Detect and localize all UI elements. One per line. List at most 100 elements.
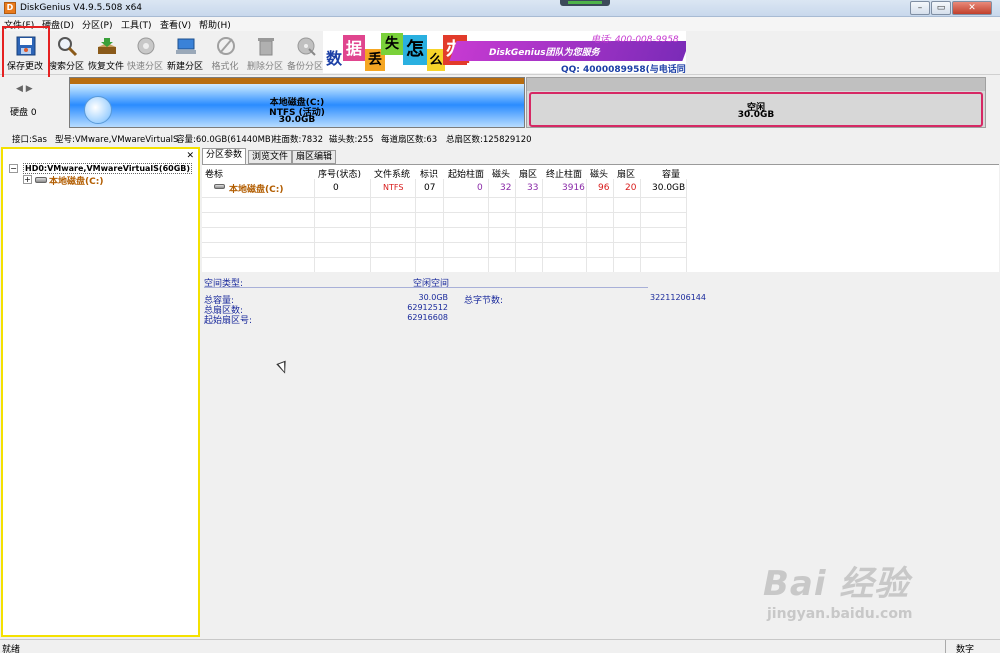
disk-model: 型号:VMware,VMwareVirtualS	[55, 135, 179, 145]
col-header: 扇区	[519, 170, 538, 180]
col-header: 文件系统	[374, 170, 411, 180]
status-bar: 就绪 数字	[0, 639, 1000, 653]
recover-icon	[98, 38, 116, 54]
col-header: 扇区	[617, 170, 636, 180]
quick-partition-button[interactable]: 快速分区	[125, 31, 165, 75]
minimize-button[interactable]: –	[910, 1, 930, 15]
total-sectors-value: 62912512	[407, 303, 448, 312]
grid-line	[613, 179, 614, 273]
grid-line	[415, 179, 416, 273]
disk-label: 硬盘 0	[10, 108, 37, 118]
disk-tree-panel: ✕ − HD0:VMware,VMwareVirtualS(60GB) + 本地…	[1, 147, 200, 637]
cell-end-sector: 20	[625, 183, 637, 193]
banner-phone: 电话: 400-008-9958	[591, 35, 679, 45]
disk-map: ◀ ▶ 硬盘 0 本地磁盘(C:) NTFS (活动) 30.0GB 空闲 30…	[0, 77, 1000, 130]
watermark-main: Bai 经验	[763, 564, 910, 604]
new-partition-button[interactable]: 新建分区	[165, 31, 205, 75]
close-button[interactable]: ✕	[952, 1, 992, 15]
cell-start-cylinder: 0	[477, 183, 483, 193]
menu-bar: 文件(F) 硬盘(D) 分区(P) 工具(T) 查看(V) 帮助(H)	[0, 17, 1000, 31]
col-header: 卷标	[205, 170, 224, 180]
window-title: DiskGenius V4.9.5.508 x64	[20, 3, 143, 13]
cell-volume-label: 本地磁盘(C:)	[229, 185, 284, 195]
partition-icon	[35, 177, 47, 183]
col-header: 起始柱面	[448, 170, 485, 180]
delete-icon	[258, 38, 274, 56]
grid-line	[488, 179, 489, 273]
maximize-button[interactable]: ▭	[931, 1, 951, 15]
partition-size: 30.0GB	[278, 115, 316, 125]
disk-sectors-per-track: 每道扇区数:63	[381, 135, 438, 145]
grid-line	[542, 179, 543, 273]
disk-info-line: 接口:Sas 型号:VMware,VMwareVirtualS 容量:60.0G…	[0, 131, 1000, 145]
col-header: 标识	[420, 170, 439, 180]
disk-heads: 磁头数:255	[329, 135, 374, 145]
tab-partition-params[interactable]: 分区参数	[202, 148, 247, 164]
quick-partition-icon	[137, 37, 155, 55]
col-header: 序号(状态)	[318, 170, 362, 180]
menu-tools[interactable]: 工具(T)	[121, 18, 152, 31]
free-space-selection[interactable]: 空闲 30.0GB	[529, 92, 983, 127]
cell-end-head: 96	[598, 183, 610, 193]
recover-files-button[interactable]: 恢复文件	[86, 31, 126, 75]
disk-total-sectors: 总扇区数:125829120	[446, 135, 532, 145]
partition-table: 卷标 序号(状态) 文件系统 标识 起始柱面 磁头 扇区 终止柱面 磁头 扇区 …	[202, 164, 999, 273]
cell-id: 07	[424, 183, 436, 193]
tree-partition-node[interactable]: 本地磁盘(C:)	[49, 174, 103, 187]
expand-toggle[interactable]: +	[23, 175, 32, 184]
free-space-block[interactable]: 空闲 30.0GB	[526, 77, 986, 128]
grid-line	[314, 179, 315, 273]
cell-start-sector: 33	[527, 183, 539, 193]
delete-partition-button[interactable]: 删除分区	[245, 31, 285, 75]
format-button[interactable]: 格式化	[205, 31, 245, 75]
collapse-toggle[interactable]: −	[9, 164, 18, 173]
ad-banner[interactable]: 数 据 丢 失 怎 么 办 ! DiskGenius团队为您服务 电话: 400…	[323, 31, 686, 73]
disk-capacity: 容量:60.0GB(61440MB)	[176, 135, 275, 145]
search-icon	[58, 37, 78, 57]
drag-handle[interactable]	[560, 0, 610, 6]
tree-disk-node[interactable]: HD0:VMware,VMwareVirtualS(60GB)	[23, 163, 193, 174]
menu-view[interactable]: 查看(V)	[160, 18, 191, 31]
format-icon	[217, 37, 235, 55]
col-header: 磁头	[590, 170, 609, 180]
partition-row-icon	[214, 184, 225, 189]
total-bytes-value: 32211206144	[650, 293, 706, 302]
col-header: 磁头	[492, 170, 511, 180]
partition-header-strip	[70, 78, 524, 84]
details-divider	[204, 287, 648, 288]
banner-char: 数	[323, 45, 345, 71]
total-bytes-label: 总字节数:	[464, 296, 504, 306]
grid-line	[443, 179, 444, 273]
banner-brand: DiskGenius团队为您服务	[489, 48, 600, 58]
menu-help[interactable]: 帮助(H)	[199, 18, 231, 31]
menu-partition[interactable]: 分区(P)	[82, 18, 112, 31]
cell-capacity: 30.0GB	[652, 183, 686, 193]
banner-char: 失	[381, 33, 403, 55]
partition-block-c[interactable]: 本地磁盘(C:) NTFS (活动) 30.0GB	[69, 77, 525, 128]
numlock-indicator: 数字	[945, 640, 997, 653]
title-bar: D DiskGenius V4.9.5.508 x64 – ▭ ✕	[0, 0, 1000, 17]
col-header: 终止柱面	[546, 170, 583, 180]
tab-browse-files[interactable]: 浏览文件	[248, 150, 293, 164]
baidu-watermark: Bai 经验 jingyan.baidu.com	[763, 548, 988, 633]
tab-sector-edit[interactable]: 扇区编辑	[292, 150, 337, 164]
disk-interface: 接口:Sas	[12, 135, 47, 145]
grid-line	[640, 179, 641, 273]
disk-nav-arrows[interactable]: ◀ ▶	[16, 84, 33, 94]
col-header: 容量	[662, 170, 681, 180]
annotation-highlight	[2, 26, 50, 82]
backup-partition-button[interactable]: 备份分区	[285, 31, 325, 75]
free-header-strip	[527, 78, 985, 91]
new-partition-icon	[176, 38, 196, 54]
grid-line	[586, 179, 587, 273]
status-text: 就绪	[2, 645, 21, 653]
banner-char: 怎	[403, 35, 427, 65]
backup-partition-label: 备份分区	[286, 62, 323, 72]
close-panel-icon[interactable]: ✕	[186, 151, 194, 161]
total-capacity-value: 30.0GB	[418, 293, 449, 302]
cell-filesystem: NTFS	[383, 183, 404, 192]
banner-qq: QQ: 4000089958(与电话同号)	[561, 65, 686, 73]
start-sector-value: 62916608	[407, 313, 448, 322]
grid-line	[686, 179, 687, 273]
search-partition-button[interactable]: 搜索分区	[46, 31, 86, 75]
